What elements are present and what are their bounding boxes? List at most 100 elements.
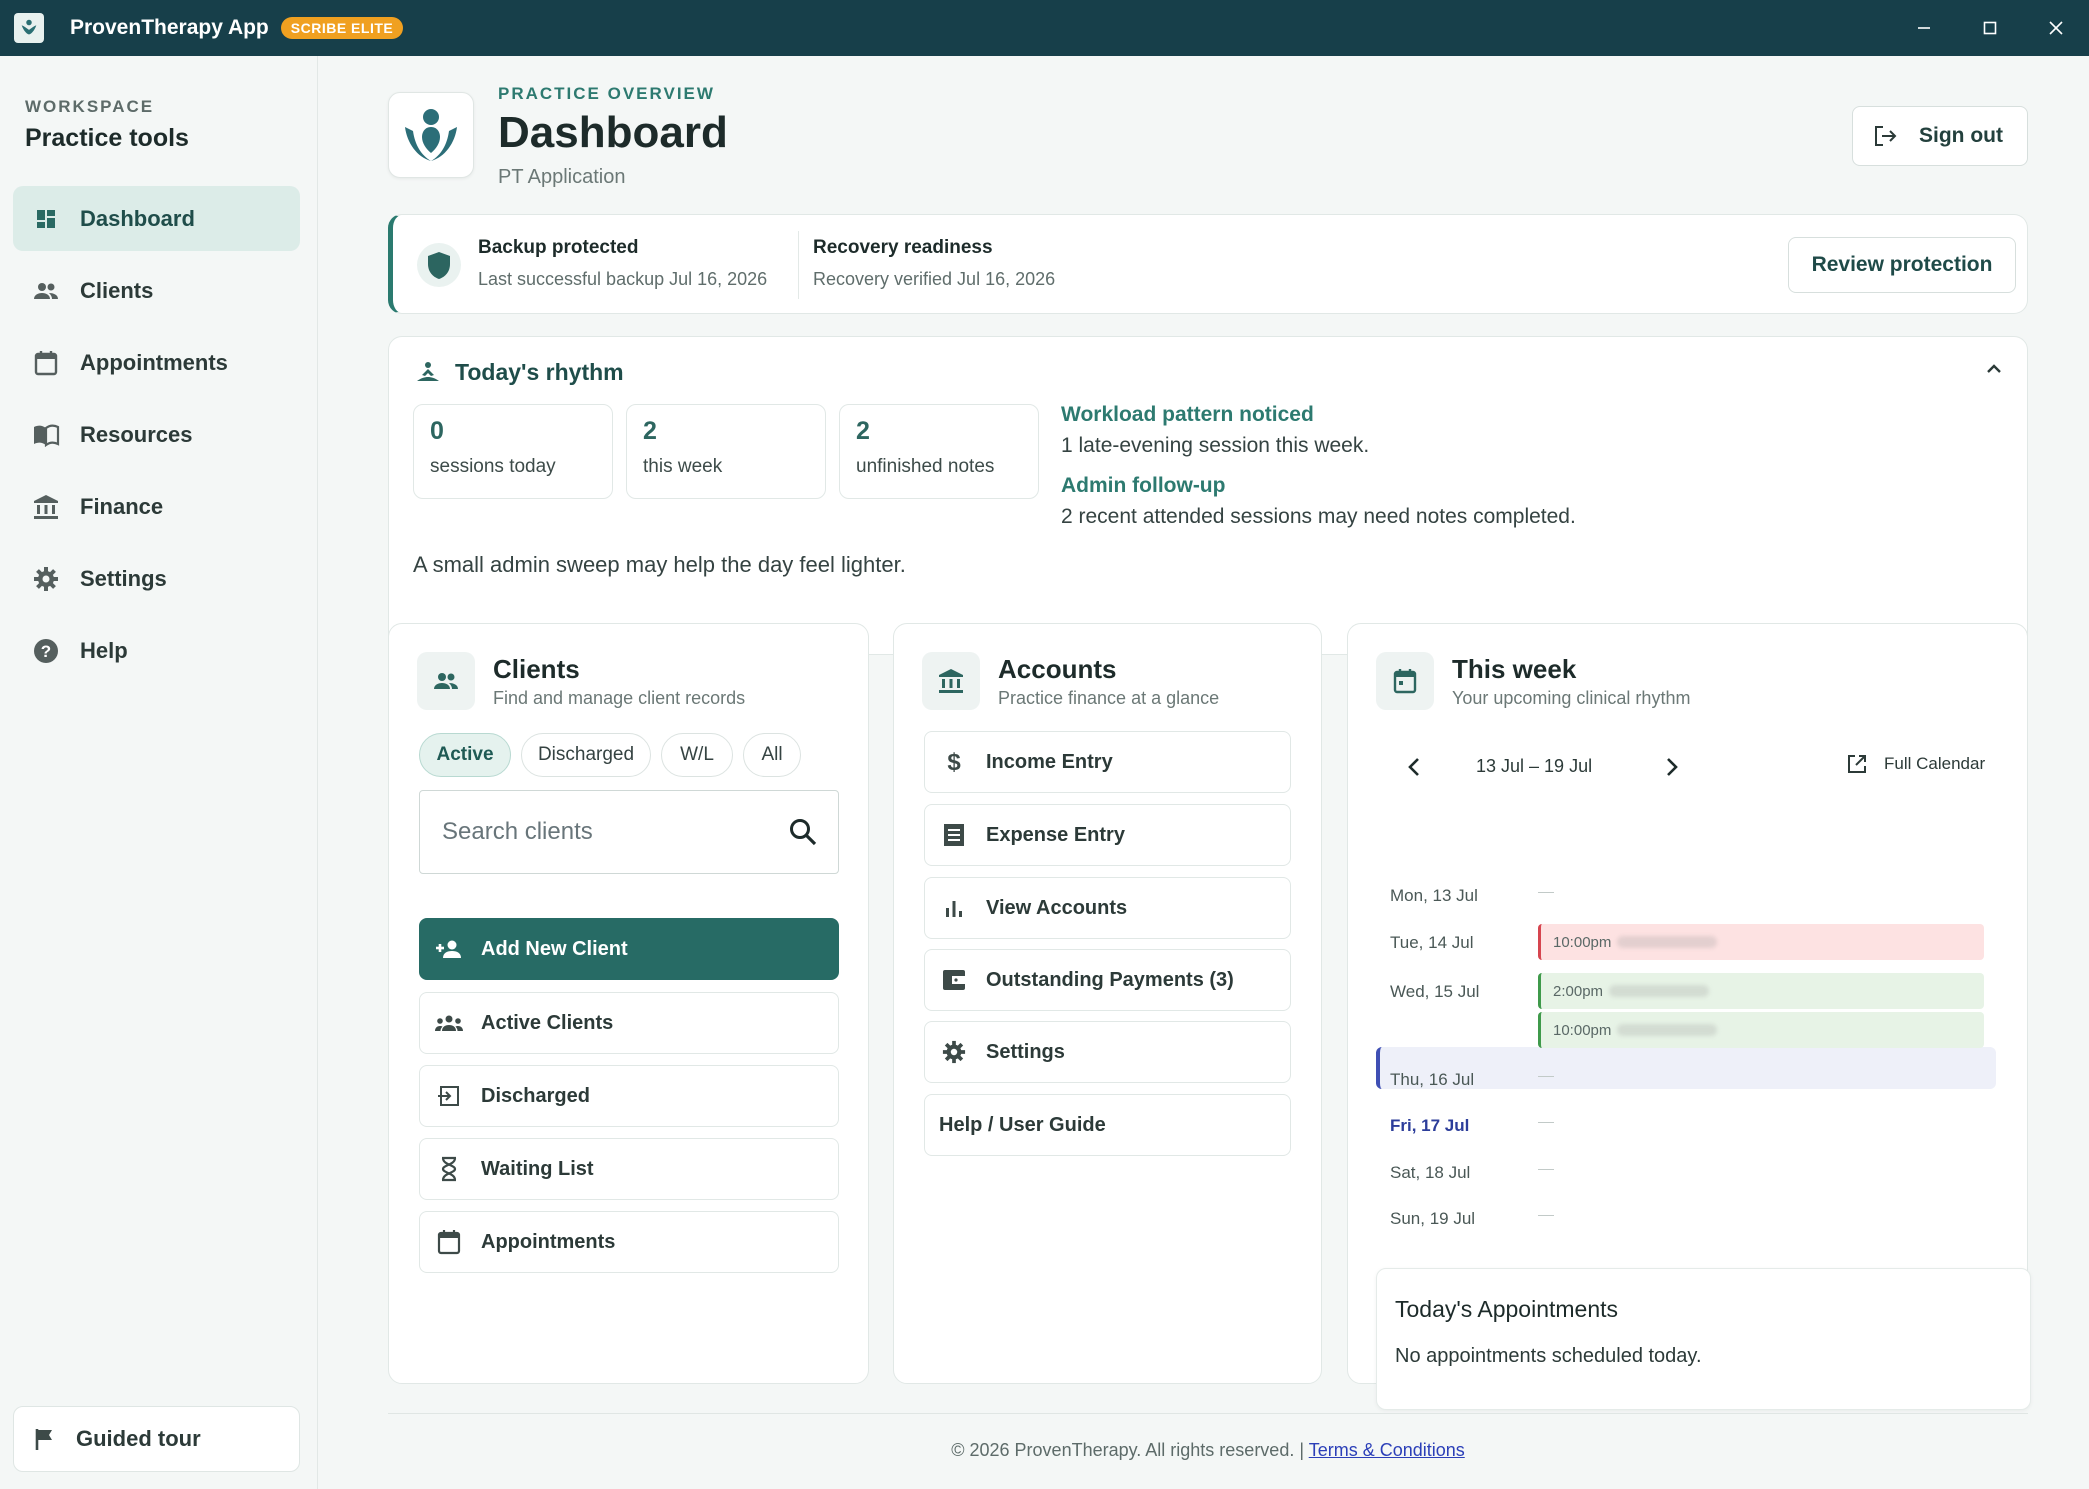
wallet-icon	[939, 969, 969, 991]
week-title: This week	[1452, 654, 1577, 684]
sidebar-item-clients[interactable]: Clients	[13, 258, 300, 323]
todays-appointments-panel: Today's Appointments No appointments sch…	[1376, 1268, 2031, 1410]
guided-tour-button[interactable]: Guided tour	[13, 1406, 300, 1472]
chip-active[interactable]: Active	[419, 733, 511, 777]
next-week-button[interactable]	[1662, 756, 1682, 778]
income-entry-button[interactable]: $ Income Entry	[924, 731, 1291, 793]
people-icon	[417, 652, 475, 710]
add-new-client-button[interactable]: Add New Client	[419, 918, 839, 980]
view-accounts-button[interactable]: View Accounts	[924, 877, 1291, 939]
logout-icon	[1873, 125, 1897, 147]
expense-entry-label: Expense Entry	[986, 823, 1125, 846]
appointment-time: 10:00pm	[1553, 1021, 1612, 1039]
appointment-block[interactable]: 10:00pm	[1538, 1012, 1984, 1048]
gear-icon	[31, 564, 61, 594]
appointment-block[interactable]: 10:00pm	[1538, 924, 1984, 960]
sign-out-button[interactable]: Sign out	[1852, 106, 2028, 166]
book-icon	[31, 420, 61, 450]
chip-waiting-list[interactable]: W/L	[661, 733, 733, 777]
add-person-icon	[434, 938, 464, 960]
minimize-button[interactable]	[1890, 0, 1958, 56]
accounts-title: Accounts	[998, 654, 1117, 684]
waiting-list-button[interactable]: Waiting List	[419, 1138, 839, 1200]
appointments-label: Appointments	[481, 1230, 616, 1253]
discharged-button[interactable]: Discharged	[419, 1065, 839, 1127]
copyright-text: © 2026 ProvenTherapy. All rights reserve…	[951, 1440, 1305, 1460]
calendar-icon	[434, 1229, 464, 1255]
dollar-icon: $	[939, 749, 969, 775]
search-icon[interactable]	[788, 817, 818, 847]
chip-discharged[interactable]: Discharged	[521, 733, 651, 777]
close-icon	[2049, 21, 2063, 35]
stat-value: 2	[643, 417, 657, 445]
sidebar-item-label: Clients	[80, 277, 154, 303]
accounts-subtitle: Practice finance at a glance	[998, 688, 1220, 708]
sidebar-item-label: Finance	[80, 493, 164, 519]
day-label: Wed, 15 Jul	[1390, 982, 1480, 1001]
sign-out-label: Sign out	[1919, 124, 2003, 147]
prev-week-button[interactable]	[1404, 756, 1424, 778]
day-label: Tue, 14 Jul	[1390, 933, 1474, 952]
stat-sessions-today: 0 sessions today	[413, 404, 613, 499]
appointment-block[interactable]: 2:00pm	[1538, 973, 1984, 1009]
calendar-icon	[1376, 652, 1434, 710]
outstanding-payments-button[interactable]: Outstanding Payments (3)	[924, 949, 1291, 1011]
dashboard-icon	[31, 204, 61, 234]
search-placeholder: Search clients	[442, 818, 593, 845]
todays-appointments-empty: No appointments scheduled today.	[1395, 1345, 1702, 1367]
stat-value: 0	[430, 417, 444, 445]
shield-icon	[417, 243, 461, 287]
help-user-guide-button[interactable]: Help / User Guide	[924, 1094, 1291, 1156]
search-input[interactable]: Search clients	[419, 790, 839, 874]
review-protection-button[interactable]: Review protection	[1788, 237, 2016, 293]
full-calendar-label: Full Calendar	[1884, 754, 1986, 773]
expense-entry-button[interactable]: Expense Entry	[924, 804, 1291, 866]
clients-title: Clients	[493, 654, 580, 684]
terms-link[interactable]: Terms & Conditions	[1309, 1440, 1465, 1460]
backup-title: Backup protected	[478, 237, 639, 258]
sidebar-item-label: Settings	[80, 565, 167, 591]
maximize-button[interactable]	[1956, 0, 2024, 56]
bank-icon	[31, 492, 61, 522]
redacted-client-name	[1617, 936, 1718, 948]
backup-status-banner: Backup protected Last successful backup …	[388, 214, 2028, 314]
stat-this-week: 2 this week	[626, 404, 826, 499]
sidebar-item-finance[interactable]: Finance	[13, 474, 300, 539]
chip-all[interactable]: All	[743, 733, 801, 777]
accounts-settings-button[interactable]: Settings	[924, 1021, 1291, 1083]
empty-day-marker	[1538, 1215, 1554, 1216]
sidebar-item-help[interactable]: ? Help	[13, 618, 300, 683]
todays-rhythm-panel: Today's rhythm 0 sessions today 2 this w…	[388, 336, 2028, 655]
sidebar-item-label: Resources	[80, 421, 193, 447]
sidebar-item-label: Appointments	[80, 349, 228, 375]
collapse-button[interactable]	[1984, 359, 2004, 379]
help-user-guide-label: Help / User Guide	[939, 1113, 1106, 1136]
page-kicker: PRACTICE OVERVIEW	[498, 84, 715, 103]
svg-text:?: ?	[41, 642, 51, 661]
day-label: Mon, 13 Jul	[1390, 886, 1478, 905]
insight-text: 2 recent attended sessions may need note…	[1061, 505, 1576, 528]
backup-subtitle: Last successful backup Jul 16, 2026	[478, 269, 768, 289]
recovery-title: Recovery readiness	[813, 237, 993, 258]
banner-divider	[798, 231, 799, 299]
insight-heading: Workload pattern noticed	[1061, 403, 1314, 426]
full-calendar-link[interactable]: Full Calendar	[1846, 753, 1985, 775]
plan-badge: SCRIBE ELITE	[280, 17, 404, 39]
flag-icon	[34, 1427, 56, 1451]
exit-icon	[434, 1084, 464, 1108]
accounts-card: Accounts Practice finance at a glance $ …	[893, 623, 1322, 1384]
rhythm-title: Today's rhythm	[455, 359, 624, 385]
stat-label: this week	[643, 456, 723, 477]
sidebar-item-label: Help	[80, 637, 128, 663]
sidebar-item-resources[interactable]: Resources	[13, 402, 300, 467]
sidebar-item-settings[interactable]: Settings	[13, 546, 300, 611]
close-button[interactable]	[2022, 0, 2089, 56]
sidebar-item-dashboard[interactable]: Dashboard	[13, 186, 300, 251]
active-clients-label: Active Clients	[481, 1011, 614, 1034]
appointments-button[interactable]: Appointments	[419, 1211, 839, 1273]
empty-day-marker	[1538, 1122, 1554, 1123]
active-clients-button[interactable]: Active Clients	[419, 992, 839, 1054]
minimize-icon	[1918, 27, 1930, 29]
sidebar-item-appointments[interactable]: Appointments	[13, 330, 300, 395]
this-week-card: This week Your upcoming clinical rhythm …	[1347, 623, 2031, 1410]
